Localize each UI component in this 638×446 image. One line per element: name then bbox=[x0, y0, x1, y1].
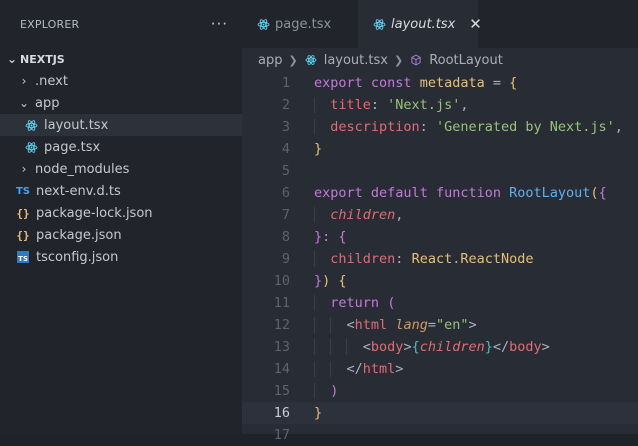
tree-item-label: app bbox=[35, 95, 60, 111]
code-line: 17 bbox=[242, 424, 638, 446]
line-number: 2 bbox=[281, 97, 290, 113]
line-number: 1 bbox=[281, 75, 290, 91]
chevron-right-icon: ❯ bbox=[393, 53, 404, 67]
line-number: 5 bbox=[281, 163, 290, 179]
tree-item-label: node_modules bbox=[35, 161, 130, 177]
chevron-down-icon: ⌄ bbox=[6, 52, 18, 66]
code-line: 14 </html> bbox=[242, 358, 638, 380]
line-number: 11 bbox=[273, 295, 290, 311]
tab-label: layout.tsx bbox=[391, 16, 456, 32]
line-number: 3 bbox=[281, 119, 290, 135]
breadcrumb-file-label: layout.tsx bbox=[323, 52, 388, 68]
code-line: 7 children, bbox=[242, 204, 638, 226]
tsconfig-icon: TS bbox=[16, 250, 30, 264]
tab-label: page.tsx bbox=[275, 16, 332, 32]
code-line: 11 return ( bbox=[242, 292, 638, 314]
tree-item-label: .next bbox=[35, 73, 68, 89]
tree-item-node-modules-folder[interactable]: › node_modules bbox=[0, 158, 242, 180]
line-number: 13 bbox=[273, 339, 290, 355]
line-number: 10 bbox=[273, 273, 290, 289]
json-icon: {} bbox=[16, 228, 30, 242]
tree-item-label: page.tsx bbox=[44, 139, 101, 155]
code-line: 8 }: { bbox=[242, 226, 638, 248]
code-line: 13 <body>{children}</body> bbox=[242, 336, 638, 358]
code-line: 1 export const metadata = { bbox=[242, 72, 638, 94]
tree-item-label: layout.tsx bbox=[44, 117, 109, 133]
close-icon[interactable]: ✕ bbox=[469, 15, 482, 33]
explorer-sidebar: EXPLORER ··· ⌄ NEXTJS › .next ⌄ app layo… bbox=[0, 0, 242, 434]
tree-item-package-json[interactable]: {} package.json bbox=[0, 224, 242, 246]
tree-item-tsconfig-json[interactable]: TS tsconfig.json bbox=[0, 246, 242, 268]
line-number: 17 bbox=[273, 427, 290, 443]
line-number: 16 bbox=[273, 405, 290, 421]
react-icon bbox=[256, 17, 270, 31]
line-number: 15 bbox=[273, 383, 290, 399]
code-line: 4 } bbox=[242, 138, 638, 160]
react-icon bbox=[24, 140, 38, 154]
tab-page-tsx[interactable]: page.tsx bbox=[242, 0, 358, 48]
line-number: 7 bbox=[281, 207, 290, 223]
code-line: 12 <html lang="en"> bbox=[242, 314, 638, 336]
chevron-right-icon: › bbox=[21, 162, 27, 176]
react-icon bbox=[304, 53, 318, 67]
tree-item-label: package-lock.json bbox=[36, 205, 153, 221]
line-number: 14 bbox=[273, 361, 290, 377]
code-line: 10 }) { bbox=[242, 270, 638, 292]
json-icon: {} bbox=[16, 206, 30, 220]
breadcrumb-folder[interactable]: app bbox=[258, 53, 282, 68]
explorer-header: EXPLORER ··· bbox=[0, 0, 242, 48]
code-line: 9 children: React.ReactNode bbox=[242, 248, 638, 270]
tree-item-label: package.json bbox=[36, 227, 122, 243]
tree-item-next-folder[interactable]: › .next bbox=[0, 70, 242, 92]
code-line-current: 16 } bbox=[242, 402, 638, 424]
more-actions-icon[interactable]: ··· bbox=[211, 15, 228, 33]
chevron-right-icon: ❯ bbox=[288, 53, 298, 67]
tree-item-label: tsconfig.json bbox=[36, 249, 119, 265]
tree-item-page-tsx[interactable]: page.tsx bbox=[0, 136, 242, 158]
tree-item-layout-tsx[interactable]: layout.tsx bbox=[0, 114, 242, 136]
editor-area: page.tsx layout.tsx ✕ app ❯ layout.tsx ❯… bbox=[242, 0, 638, 443]
symbol-method-icon bbox=[409, 53, 423, 67]
breadcrumb-symbol-label: RootLayout bbox=[429, 52, 503, 68]
code-line: 2 title: 'Next.js', bbox=[242, 94, 638, 116]
workspace-root-folder[interactable]: ⌄ NEXTJS bbox=[0, 48, 242, 70]
react-icon bbox=[24, 118, 38, 132]
line-number: 8 bbox=[281, 229, 290, 245]
explorer-title: EXPLORER bbox=[20, 17, 80, 31]
code-line: 6 export default function RootLayout({ bbox=[242, 182, 638, 204]
typescript-icon: TS bbox=[15, 185, 31, 197]
line-number: 4 bbox=[281, 141, 290, 157]
tree-item-next-env-d-ts[interactable]: TS next-env.d.ts bbox=[0, 180, 242, 202]
tree-item-label: next-env.d.ts bbox=[36, 183, 121, 199]
breadcrumb-symbol[interactable]: RootLayout bbox=[409, 53, 503, 68]
chevron-down-icon: ⌄ bbox=[18, 96, 30, 110]
tree-item-app-folder[interactable]: ⌄ app bbox=[0, 92, 242, 114]
tree-item-package-lock-json[interactable]: {} package-lock.json bbox=[0, 202, 242, 224]
tab-layout-tsx[interactable]: layout.tsx ✕ bbox=[358, 0, 482, 48]
react-icon bbox=[372, 17, 386, 31]
line-number: 12 bbox=[273, 317, 290, 333]
code-line: 5 bbox=[242, 160, 638, 182]
code-editor[interactable]: 1 export const metadata = { 2 title: 'Ne… bbox=[242, 72, 638, 446]
workspace-root-label: NEXTJS bbox=[20, 52, 65, 66]
line-number: 9 bbox=[281, 251, 290, 267]
code-line: 3 description: 'Generated by Next.js', bbox=[242, 116, 638, 138]
breadcrumb: app ❯ layout.tsx ❯ RootLayout bbox=[242, 48, 638, 72]
breadcrumb-file[interactable]: layout.tsx bbox=[304, 53, 388, 68]
code-line: 15 ) bbox=[242, 380, 638, 402]
chevron-right-icon: › bbox=[21, 74, 27, 88]
line-number: 6 bbox=[281, 185, 290, 201]
tab-bar: page.tsx layout.tsx ✕ bbox=[242, 0, 638, 48]
